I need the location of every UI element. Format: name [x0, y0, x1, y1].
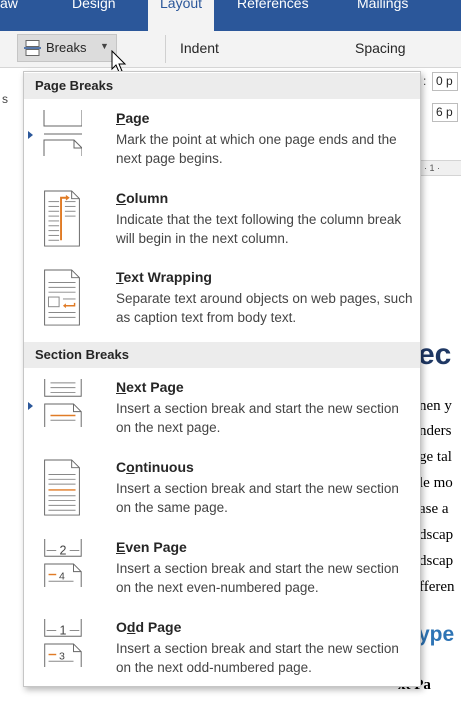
- tab-draw[interactable]: aw: [0, 0, 18, 12]
- document-text-line: nen y: [419, 398, 452, 414]
- ribbon-separator: [165, 35, 166, 63]
- document-text-line: dscap: [419, 527, 454, 543]
- horizontal-ruler[interactable]: · 1 ·: [418, 160, 461, 176]
- tab-mailings[interactable]: Mailings: [357, 0, 408, 12]
- menu-item-next-page[interactable]: Next Page Insert a section break and sta…: [24, 379, 420, 449]
- menu-item-title: Odd Page: [116, 619, 182, 635]
- breaks-button[interactable]: Breaks ▼: [17, 34, 117, 62]
- section-breaks-header: Section Breaks: [24, 342, 420, 368]
- svg-text:3: 3: [59, 650, 65, 662]
- menu-item-description: Separate text around objects on web page…: [116, 291, 413, 325]
- menu-item-description: Insert a section break and start the new…: [116, 641, 399, 675]
- next-page-break-icon: [44, 379, 82, 427]
- menu-item-title: Page: [116, 110, 150, 126]
- tab-layout[interactable]: Layout: [148, 0, 215, 31]
- menu-item-description: Insert a section break and start the new…: [116, 481, 399, 515]
- menu-item-title: Column: [116, 190, 169, 206]
- chevron-down-icon: ▼: [100, 41, 109, 51]
- column-break-icon: [44, 190, 80, 247]
- document-text-line: nders: [419, 423, 452, 439]
- menu-item-page[interactable]: Page Mark the point at which one page en…: [24, 110, 420, 180]
- page-breaks-header: Page Breaks: [24, 73, 420, 99]
- document-subheading: ype: [418, 623, 455, 646]
- continuous-break-icon: [44, 459, 80, 516]
- menu-item-continuous[interactable]: Continuous Insert a section break and st…: [24, 459, 420, 529]
- breaks-label: Breaks: [46, 40, 87, 55]
- document-text-line: ase a: [419, 501, 449, 517]
- document-text-line: fferen: [419, 579, 455, 595]
- ribbon-tab-bar: aw Design Layout References Mailings: [0, 0, 461, 31]
- svg-text:4: 4: [59, 570, 65, 582]
- document-text-line: ge tal: [419, 449, 452, 465]
- document-text-line: dscap: [419, 553, 454, 569]
- odd-page-break-icon: 1 3: [44, 619, 82, 667]
- menu-item-title: Text Wrapping: [116, 269, 212, 285]
- menu-item-description: Insert a section break and start the new…: [116, 401, 399, 435]
- svg-text:2: 2: [59, 543, 66, 557]
- text-wrapping-break-icon: [44, 269, 80, 326]
- breaks-icon: [24, 40, 41, 56]
- document-text-line: le mo: [419, 475, 453, 491]
- ribbon-clipped-label: s: [2, 92, 8, 106]
- spacing-group-label: Spacing: [355, 40, 406, 56]
- tab-references[interactable]: References: [237, 0, 309, 12]
- menu-item-column[interactable]: Column Indicate that the text following …: [24, 190, 420, 260]
- document-heading: ec: [418, 338, 452, 371]
- menu-item-even-page[interactable]: 2 4 Even Page Insert a section break and…: [24, 539, 420, 609]
- indent-group-label: Indent: [180, 40, 219, 56]
- menu-item-text-wrapping[interactable]: Text Wrapping Separate text around objec…: [24, 269, 420, 339]
- menu-item-title: Continuous: [116, 459, 194, 475]
- spacing-colon: :: [423, 74, 427, 88]
- menu-item-description: Mark the point at which one page ends an…: [116, 132, 397, 166]
- menu-item-title: Even Page: [116, 539, 187, 555]
- spacing-after-input[interactable]: 6 p: [432, 103, 458, 122]
- menu-item-title: Next Page: [116, 379, 184, 395]
- spacing-before-input[interactable]: 0 p: [432, 72, 458, 91]
- svg-text:1: 1: [59, 623, 66, 637]
- page-break-icon: [43, 110, 82, 156]
- even-page-break-icon: 2 4: [44, 539, 82, 587]
- menu-item-description: Insert a section break and start the new…: [116, 561, 399, 595]
- menu-item-odd-page[interactable]: 1 3 Odd Page Insert a section break and …: [24, 619, 420, 689]
- menu-item-description: Indicate that the text following the col…: [116, 212, 402, 246]
- breaks-dropdown-menu: Page Breaks Page Mark the point at which…: [23, 71, 421, 687]
- tab-design[interactable]: Design: [72, 0, 116, 12]
